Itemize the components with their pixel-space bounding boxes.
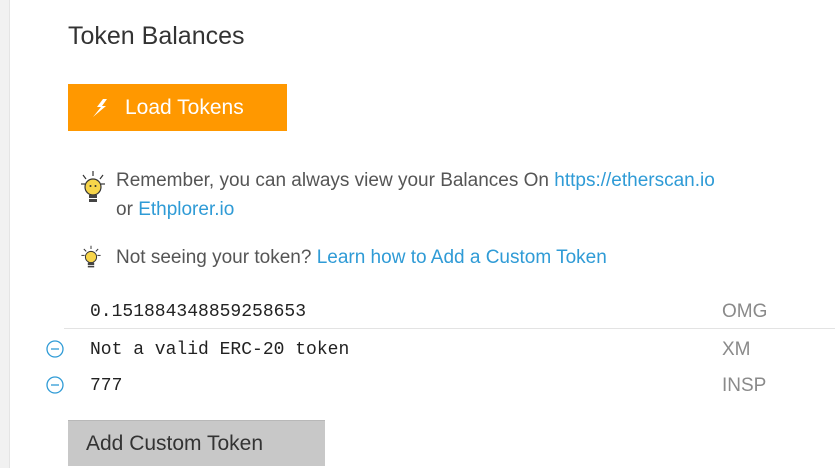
section-title: Token Balances	[68, 22, 245, 50]
add-custom-token-button[interactable]: Add Custom Token	[68, 420, 325, 466]
tip-view-balances: Remember, you can always view your Balan…	[80, 166, 715, 224]
token-row: 777 INSP	[44, 368, 835, 404]
tip-custom-token: Not seeing your token? Learn how to Add …	[80, 243, 607, 272]
add-custom-token-label: Add Custom Token	[86, 431, 264, 455]
token-symbol: OMG	[722, 301, 768, 322]
token-balances-panel: Token Balances Load Tokens Remember, you…	[0, 0, 835, 468]
row-divider	[64, 328, 835, 329]
token-balance: 777	[90, 376, 123, 396]
minus-circle-icon[interactable]	[46, 340, 64, 358]
add-custom-token-help-link[interactable]: Learn how to Add a Custom Token	[317, 247, 607, 268]
etherscan-link[interactable]: https://etherscan.io	[554, 170, 715, 191]
token-row: 0.151884348859258653 OMG	[44, 294, 835, 330]
token-balance: 0.151884348859258653	[90, 302, 307, 322]
ethplorer-link[interactable]: Ethplorer.io	[138, 199, 234, 220]
lightbulb-icon	[80, 245, 102, 278]
token-row: Not a valid ERC-20 token XM	[44, 332, 835, 368]
load-tokens-button[interactable]: Load Tokens	[68, 84, 287, 131]
minus-circle-icon[interactable]	[46, 376, 64, 394]
load-tokens-label: Load Tokens	[125, 95, 244, 119]
token-symbol: XM	[722, 339, 751, 360]
tip-text: Remember, you can always view your Balan…	[116, 170, 555, 191]
lightbulb-icon	[80, 170, 106, 219]
tip-connector: or	[116, 199, 139, 220]
token-symbol: INSP	[722, 375, 767, 396]
download-arrow-icon	[90, 98, 110, 118]
sidebar-edge	[0, 0, 10, 468]
token-balance: Not a valid ERC-20 token	[90, 340, 350, 360]
tip-text: Not seeing your token?	[116, 247, 317, 268]
